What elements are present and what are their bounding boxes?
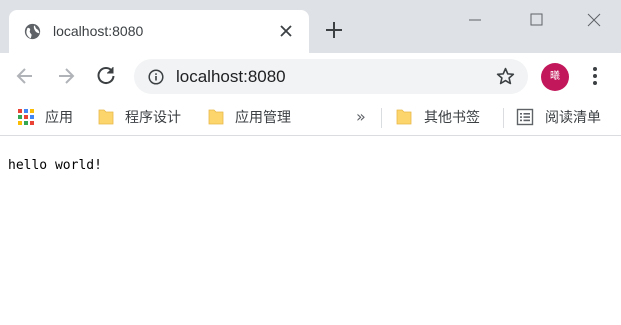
active-tab[interactable]: localhost:8080: [9, 10, 309, 53]
toolbar: localhost:8080 曦: [0, 53, 621, 100]
divider: [381, 108, 382, 128]
reading-list-button[interactable]: 阅读清单: [516, 100, 616, 136]
page-body-text: hello world!: [8, 158, 102, 173]
folder-icon: [98, 109, 114, 125]
bookmark-folder-other[interactable]: 其他书签: [395, 100, 491, 136]
bookmarks-bar: 应用 程序设计 应用管理 » 其他书签 阅读清单: [0, 100, 621, 136]
folder-icon: [208, 109, 224, 125]
close-tab-icon[interactable]: [279, 24, 293, 38]
minimize-icon[interactable]: [462, 10, 488, 30]
bookmark-apps[interactable]: 应用: [17, 100, 79, 136]
profile-avatar[interactable]: 曦: [541, 63, 569, 91]
tab-title: localhost:8080: [53, 23, 144, 39]
page-content: hello world!: [0, 137, 621, 325]
bookmark-label: 程序设计: [125, 110, 181, 126]
new-tab-icon[interactable]: [324, 20, 344, 40]
bookmark-label: 阅读清单: [545, 110, 601, 126]
apps-grid-icon: [18, 109, 34, 125]
bookmark-star-icon[interactable]: [495, 66, 516, 87]
bookmark-folder-app-management[interactable]: 应用管理: [207, 100, 303, 136]
maximize-icon[interactable]: [523, 10, 549, 30]
more-menu-icon[interactable]: [586, 65, 604, 87]
url-text[interactable]: localhost:8080: [176, 66, 286, 88]
bookmark-label: 其他书签: [424, 110, 480, 126]
bookmark-label: 应用: [45, 110, 73, 126]
bookmark-label: 应用管理: [235, 110, 291, 126]
back-icon[interactable]: [14, 65, 36, 87]
close-window-icon[interactable]: [581, 10, 607, 30]
divider: [503, 108, 504, 128]
tab-strip: localhost:8080: [0, 0, 621, 53]
reading-list-icon: [516, 108, 534, 126]
info-icon[interactable]: [148, 69, 164, 85]
address-bar[interactable]: localhost:8080: [134, 59, 528, 94]
forward-icon[interactable]: [55, 65, 77, 87]
bookmark-folder-programming[interactable]: 程序设计: [97, 100, 193, 136]
reload-icon[interactable]: [95, 65, 117, 87]
folder-icon: [396, 109, 412, 125]
globe-icon: [24, 23, 41, 40]
bookmarks-overflow-chevron[interactable]: »: [356, 107, 366, 126]
